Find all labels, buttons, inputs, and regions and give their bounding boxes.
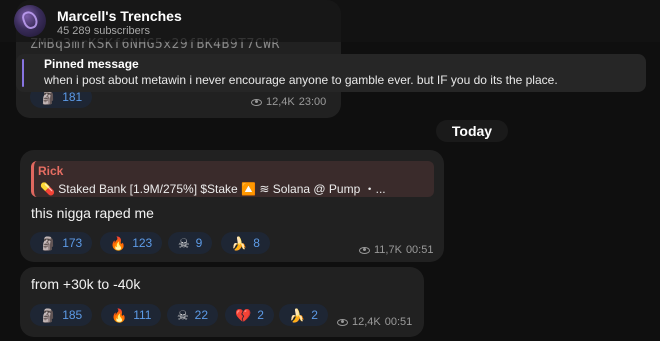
message-meta: 11,7K 00:51 [359, 244, 433, 256]
skull-crossbones-icon: ☠ [177, 307, 189, 323]
broken-heart-icon: 💔 [235, 307, 252, 323]
message-time: 00:51 [405, 244, 434, 256]
moai-icon: 🗿 [40, 89, 57, 105]
message-meta: 12,4K 00:51 [337, 316, 412, 328]
pinned-text: when i post about metawin i never encour… [44, 73, 558, 87]
chat-header[interactable]: Marcell's Trenches 45 289 subscribers [0, 0, 660, 42]
reaction-chip-banana[interactable]: 🍌 8 [221, 232, 270, 254]
reaction-count: 111 [133, 308, 152, 322]
views-eye-icon [251, 98, 262, 106]
pinned-indicator [22, 59, 24, 87]
banana-icon: 🍌 [231, 235, 248, 251]
reply-author: Rick [38, 164, 64, 178]
views-count: 12,4K [266, 96, 295, 108]
reaction-chip-skull[interactable]: ☠ 22 [167, 304, 219, 326]
channel-avatar[interactable] [14, 5, 46, 37]
reaction-count: 8 [253, 236, 260, 250]
reaction-chip-moai[interactable]: 🗿 173 [30, 232, 93, 254]
banana-icon: 🍌 [289, 307, 306, 323]
message-time: 00:51 [384, 316, 413, 328]
reaction-count: 181 [62, 90, 83, 104]
previous-message-meta: 12,4K 23:00 [251, 96, 326, 108]
reaction-chip-fire[interactable]: 🔥 111 [101, 304, 162, 326]
reaction-chip-skull[interactable]: ☠ 9 [168, 232, 213, 254]
reply-text: 💊 Staked Bank [1.9M/275%] $Stake 🔼 ≋ Sol… [40, 182, 386, 196]
reaction-chip-fire[interactable]: 🔥 123 [100, 232, 163, 254]
moai-icon: 🗿 [40, 235, 57, 251]
reaction-count: 9 [195, 236, 203, 250]
message-text: this nigga raped me [31, 205, 154, 221]
reaction-count: 2 [257, 308, 264, 322]
pinned-title: Pinned message [44, 57, 139, 71]
message-text: from +30k to -40k [31, 276, 141, 292]
channel-title[interactable]: Marcell's Trenches [57, 8, 182, 24]
views-eye-icon [359, 246, 370, 254]
reaction-chip-banana[interactable]: 🍌 2 [279, 304, 328, 326]
reaction-count: 22 [194, 308, 209, 322]
reaction-chip-broken-heart[interactable]: 💔 2 [225, 304, 274, 326]
moai-icon: 🗿 [40, 307, 57, 323]
reaction-count: 2 [311, 308, 318, 322]
reaction-count: 173 [62, 236, 83, 250]
views-count: 12,4K [352, 316, 381, 328]
reaction-chip-moai[interactable]: 🗿 185 [30, 304, 93, 326]
fire-icon: 🔥 [110, 235, 127, 251]
reaction-count: 123 [132, 236, 153, 250]
reaction-count: 185 [62, 308, 83, 322]
fire-icon: 🔥 [111, 307, 128, 323]
skull-crossbones-icon: ☠ [178, 235, 190, 251]
date-separator: Today [436, 120, 508, 142]
channel-subscribers: 45 289 subscribers [57, 25, 150, 37]
message-time: 23:00 [298, 96, 327, 108]
views-eye-icon [337, 318, 348, 326]
views-count: 11,7K [374, 244, 402, 256]
